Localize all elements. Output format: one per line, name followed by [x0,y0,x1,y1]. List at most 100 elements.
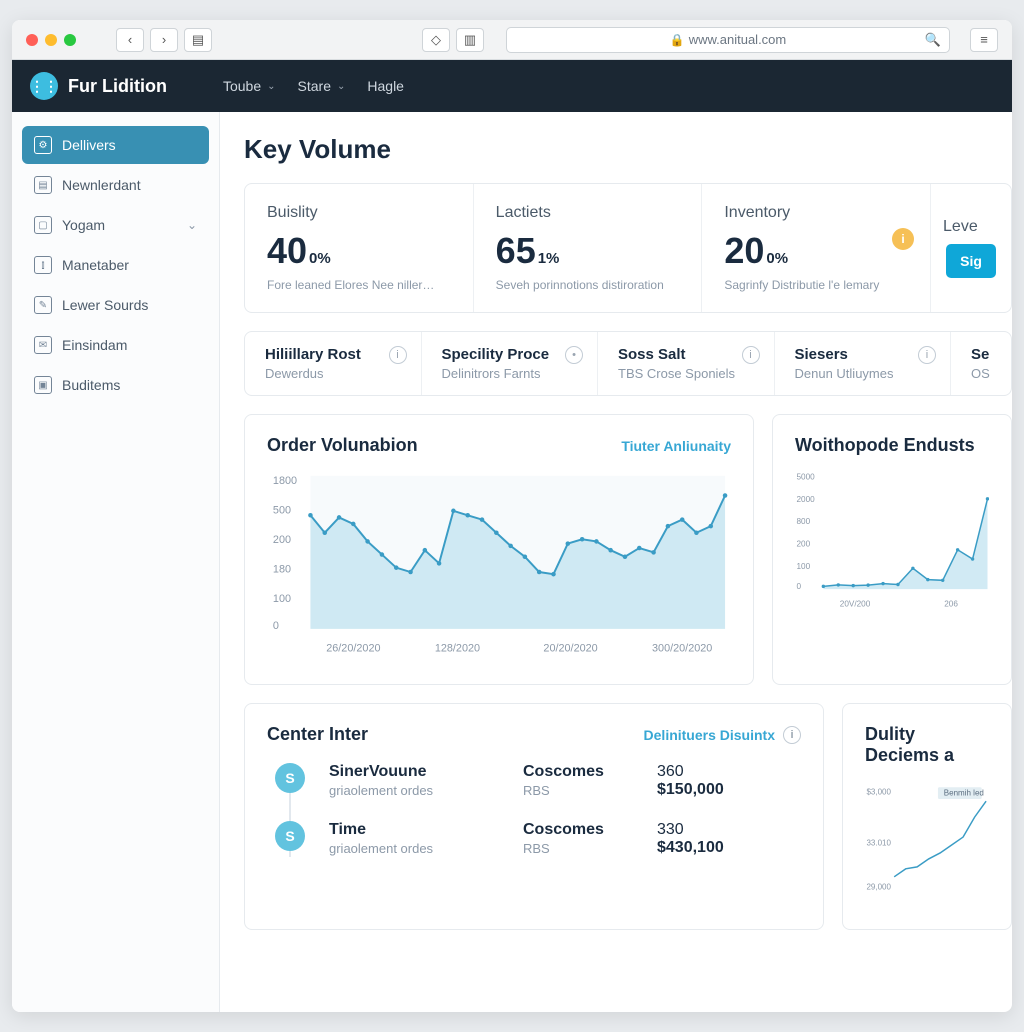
archive-icon: ▣ [34,376,52,394]
info-icon[interactable]: i [389,346,407,364]
kpi-value: 40 [267,230,307,272]
tab-title: Siesers [795,346,931,363]
tab-hiliillary-rost[interactable]: Hiliillary Rost Dewerdus i [245,332,422,395]
chart-icon: ⫾ [34,256,52,274]
sidebar-item-dellivers[interactable]: ⚙ Dellivers [22,126,209,164]
card-title: Center Inter [267,724,368,745]
reader-icon[interactable]: ▥ [456,28,484,52]
sidebar-item-label: Lewer Sourds [62,297,148,313]
nav-forward-button[interactable]: › [150,28,178,52]
tab-sub: Dewerdus [265,366,401,381]
svg-text:33.010: 33.010 [866,839,891,848]
info-icon[interactable]: i [918,346,936,364]
tab-specility-proce[interactable]: Specility Proce Delinitrors Farnts • [422,332,599,395]
sidebar-item-einsindam[interactable]: ✉ Einsindam [22,326,209,364]
nav-items: Toube⌄ Stare⌄ Hagle [223,78,404,94]
browser-chrome: ‹ › ▤ ◇ ▥ 🔒 www.anitual.com 🔍 ≡ [12,20,1012,60]
kpi-value: 20 [724,230,764,272]
sidebar-item-label: Buditems [62,377,120,393]
chevron-down-icon: ⌄ [337,81,345,92]
info-badge-icon[interactable]: i [892,228,914,250]
sidebar-item-buditems[interactable]: ▣ Buditems [22,366,209,404]
kpi-inventory: Inventory 200% Sagrinfy Distributie l'e … [702,184,931,312]
area-chart: 1800 500 200 180 100 0 26/20/2020 128/20… [267,466,731,663]
card-title: Dulity Deciems a [865,724,989,766]
kpi-unit: 0% [309,250,331,267]
kpi-leve: Leve Sig [931,184,1011,312]
sidebar-item-yogam[interactable]: ▢ Yogam ⌄ [22,206,209,244]
tab-se[interactable]: Se OS [951,332,1011,395]
pencil-icon: ✎ [34,296,52,314]
window-traffic-lights [26,34,76,46]
sidebar-item-label: Dellivers [62,137,116,153]
svg-text:180: 180 [273,564,291,576]
chart-woithopode-endusts: Woithopode Endusts 5000 2000 800 200 100… [772,414,1012,685]
area-chart: 5000 2000 800 200 100 0 20V/200 206 [795,466,989,615]
chart-order-volunabion: Order Volunabion Tiuter Anliunaity 1800 … [244,414,754,685]
nav-item-stare[interactable]: Stare⌄ [298,78,346,94]
svg-text:5000: 5000 [797,472,816,481]
svg-text:2000: 2000 [797,495,816,504]
svg-text:26/20/2020: 26/20/2020 [326,643,380,655]
sidebar-item-newnlerdant[interactable]: ▤ Newnlerdant [22,166,209,204]
delivery-icon: ⚙ [34,136,52,154]
svg-text:200: 200 [797,540,811,549]
url-bar[interactable]: 🔒 www.anitual.com 🔍 [506,27,950,53]
search-icon[interactable]: 🔍 [925,32,941,48]
zoom-window-dot[interactable] [64,34,76,46]
lock-icon: 🔒 [670,33,685,47]
chart-link[interactable]: Tiuter Anliunaity [621,438,731,454]
sidebar-item-lewer-sourds[interactable]: ✎ Lewer Sourds [22,286,209,324]
info-icon[interactable]: i [742,346,760,364]
chevron-down-icon: ⌄ [267,81,275,92]
sig-button[interactable]: Sig [946,244,996,278]
tab-title: Se [971,346,991,363]
sidebar-item-label: Manetaber [62,257,129,273]
kpi-label: Lactiets [496,204,680,222]
info-icon: i [783,726,801,744]
tab-siesers[interactable]: Siesers Denun Utliuymes i [775,332,952,395]
document-icon: ▤ [34,176,52,194]
close-window-dot[interactable] [26,34,38,46]
svg-text:100: 100 [273,593,291,605]
sidebar-toggle-icon[interactable]: ▤ [184,28,212,52]
list-item[interactable]: S Timegriaolement ordes CoscomesRBS 330$… [275,821,801,857]
tab-title: Specility Proce [442,346,578,363]
tab-soss-salt[interactable]: Soss Salt TBS Crose Sponiels i [598,332,775,395]
brand[interactable]: ⋮⋮ Fur Lidition [30,72,167,100]
svg-text:300/20/2020: 300/20/2020 [652,643,712,655]
sidebar-item-label: Einsindam [62,337,127,353]
kpi-row: Buislity 400% Fore leaned Elores Nee nil… [244,183,1012,313]
kpi-desc: Fore leaned Elores Nee niller… [267,278,451,292]
tab-sub: Denun Utliuymes [795,366,931,381]
dulty-deciems-card: Dulity Deciems a $3,000 Benmih led 33.01… [842,703,1012,930]
tab-sub: TBS Crose Sponiels [618,366,754,381]
svg-text:800: 800 [797,517,811,526]
top-navbar: ⋮⋮ Fur Lidition Toube⌄ Stare⌄ Hagle [12,60,1012,112]
svg-text:0: 0 [273,620,279,632]
info-icon[interactable]: • [565,346,583,364]
nav-back-button[interactable]: ‹ [116,28,144,52]
tab-title: Soss Salt [618,346,754,363]
shield-icon[interactable]: ◇ [422,28,450,52]
kpi-label: Leve [943,218,978,236]
card-link[interactable]: Delinituers Disuintx i [644,726,801,744]
svg-text:20V/200: 20V/200 [840,599,871,608]
kpi-unit: 1% [538,250,560,267]
svg-text:206: 206 [944,599,958,608]
sidebar: ⚙ Dellivers ▤ Newnlerdant ▢ Yogam ⌄ ⫾ Ma… [12,112,220,1012]
sidebar-item-manetaber[interactable]: ⫾ Manetaber [22,246,209,284]
list-item[interactable]: S SinerVouunegriaolement ordes CoscomesR… [275,763,801,799]
svg-text:Benmih led: Benmih led [944,789,984,798]
menu-icon[interactable]: ≡ [970,28,998,52]
minimize-window-dot[interactable] [45,34,57,46]
nav-item-toube[interactable]: Toube⌄ [223,78,276,94]
brand-logo-icon: ⋮⋮ [30,72,58,100]
nav-item-hagle[interactable]: Hagle [367,78,404,94]
folder-icon: ▢ [34,216,52,234]
url-host: www.anitual.com [689,32,787,47]
svg-text:128/2020: 128/2020 [435,643,480,655]
main-content: Key Volume Buislity 400% Fore leaned Elo… [220,112,1012,1012]
svg-text:$3,000: $3,000 [866,788,891,797]
brand-name: Fur Lidition [68,76,167,97]
